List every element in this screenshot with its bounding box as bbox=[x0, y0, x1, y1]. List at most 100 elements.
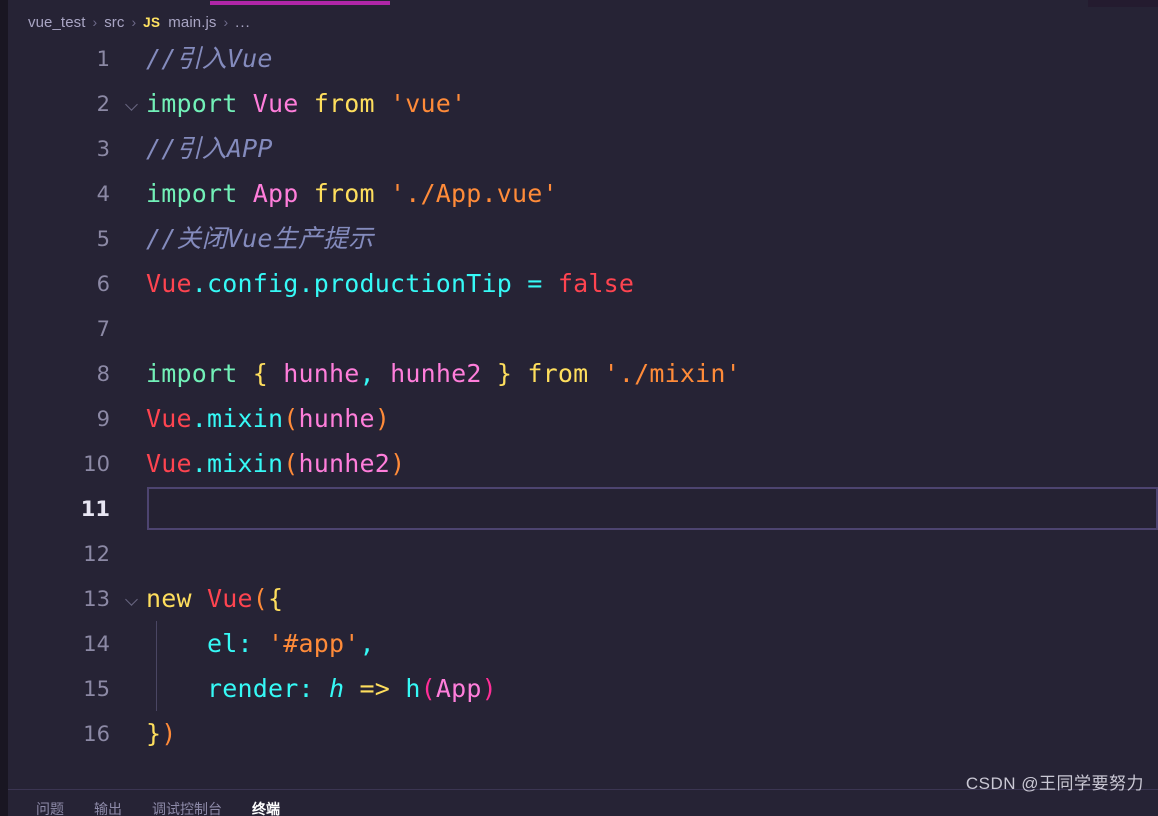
code-token: 'vue' bbox=[390, 89, 467, 118]
code-lines-container[interactable]: 1 //引入Vue 2 import Vue from 'vue' 3 //引入APP 4 i… bbox=[8, 36, 1158, 756]
code-token: '#app' bbox=[268, 629, 360, 658]
code-line-text[interactable]: import { hunhe, hunhe2 } from './mixin' bbox=[146, 351, 1158, 396]
code-token: false bbox=[557, 269, 635, 298]
panel-tab-debug-console[interactable]: 调试控制台 bbox=[152, 802, 222, 816]
code-token: hunhe bbox=[283, 359, 360, 388]
code-line[interactable]: 2 import Vue from 'vue' bbox=[8, 81, 1158, 126]
code-line-text[interactable]: //引入Vue bbox=[146, 36, 1158, 81]
code-line[interactable]: 10 Vue.mixin(hunhe2) bbox=[8, 441, 1158, 486]
code-token: ) bbox=[390, 449, 406, 478]
code-token: ( bbox=[420, 674, 436, 703]
code-token: hunhe2 bbox=[298, 449, 391, 478]
line-number: 10 bbox=[83, 451, 110, 476]
code-token: App bbox=[252, 179, 314, 208]
breadcrumb[interactable]: vue_test › src › JS main.js › ... bbox=[8, 8, 1158, 36]
code-token: './mixin' bbox=[603, 359, 741, 388]
code-token: .config.productionTip bbox=[191, 269, 528, 298]
code-token: ) bbox=[161, 719, 177, 748]
chevron-down-icon[interactable] bbox=[126, 595, 138, 602]
code-token: App bbox=[435, 674, 482, 703]
code-line[interactable]: 11 bbox=[8, 486, 1158, 531]
code-token: from bbox=[527, 359, 604, 388]
code-token: } bbox=[146, 719, 162, 748]
line-number: 1 bbox=[96, 46, 110, 71]
code-token: { bbox=[268, 584, 284, 613]
active-tab-underline bbox=[210, 1, 390, 5]
activity-bar[interactable] bbox=[0, 0, 8, 816]
code-token: { bbox=[252, 359, 284, 388]
code-token: import bbox=[146, 359, 253, 388]
chevron-right-icon: › bbox=[131, 14, 137, 30]
code-token: import bbox=[146, 179, 253, 208]
code-line-text[interactable]: import App from './App.vue' bbox=[146, 171, 1158, 216]
code-token: h bbox=[329, 674, 345, 703]
code-line[interactable]: 5 //关闭Vue生产提示 bbox=[8, 216, 1158, 261]
code-line-text[interactable]: Vue.mixin(hunhe) bbox=[146, 396, 1158, 441]
code-editor[interactable]: 1 //引入Vue 2 import Vue from 'vue' 3 //引入APP 4 i… bbox=[8, 36, 1158, 778]
code-line[interactable]: 9 Vue.mixin(hunhe) bbox=[8, 396, 1158, 441]
csdn-watermark: CSDN @王同学要努力 bbox=[965, 774, 1144, 793]
code-token: render bbox=[146, 674, 299, 703]
code-token: Vue bbox=[146, 449, 192, 478]
line-number: 12 bbox=[83, 541, 110, 566]
code-line-text[interactable]: el: '#app', bbox=[146, 621, 1158, 666]
breadcrumb-item-symbols[interactable]: ... bbox=[235, 14, 251, 31]
code-token: ( bbox=[252, 584, 269, 613]
code-token: //关闭Vue生产提示 bbox=[146, 224, 374, 253]
code-line[interactable]: 14 el: '#app', bbox=[8, 621, 1158, 666]
code-line-text[interactable]: Vue.config.productionTip = false bbox=[146, 261, 1158, 306]
code-line-text[interactable]: Vue.mixin(hunhe2) bbox=[146, 441, 1158, 486]
panel-tab-terminal[interactable]: 终端 bbox=[252, 802, 280, 816]
chevron-right-icon: › bbox=[223, 14, 229, 30]
line-number: 2 bbox=[96, 91, 110, 116]
code-token: './App.vue' bbox=[390, 179, 558, 208]
code-line-text[interactable]: render: h => h(App) bbox=[146, 666, 1158, 711]
code-line[interactable]: 8 import { hunhe, hunhe2 } from './mixin' bbox=[8, 351, 1158, 396]
line-number: 16 bbox=[83, 721, 110, 746]
code-line[interactable]: 12 bbox=[8, 531, 1158, 576]
line-number: 3 bbox=[96, 136, 110, 161]
code-token: import bbox=[146, 89, 253, 118]
code-line[interactable]: 6 Vue.config.productionTip = false bbox=[8, 261, 1158, 306]
code-line-text[interactable]: new Vue({ bbox=[146, 576, 1158, 621]
code-line-text[interactable]: }) bbox=[146, 711, 1158, 756]
line-number: 7 bbox=[96, 316, 110, 341]
breadcrumb-item-project[interactable]: vue_test bbox=[28, 14, 86, 31]
panel-tab-output[interactable]: 输出 bbox=[94, 802, 122, 816]
code-line[interactable]: 13 new Vue({ bbox=[8, 576, 1158, 621]
active-line-highlight bbox=[147, 487, 1158, 530]
js-file-icon: JS bbox=[143, 14, 161, 30]
vscode-window: vue_test › src › JS main.js › ... 1 //引入V… bbox=[0, 0, 1158, 816]
line-number: 9 bbox=[96, 406, 110, 431]
indent-guide bbox=[156, 621, 157, 711]
code-token: Vue bbox=[207, 584, 253, 613]
code-token: , bbox=[359, 629, 375, 658]
code-line[interactable]: 16}) bbox=[8, 711, 1158, 756]
code-token: .mixin bbox=[191, 404, 284, 433]
line-number: 13 bbox=[83, 586, 110, 611]
code-line[interactable]: 3 //引入APP bbox=[8, 126, 1158, 171]
code-token: = bbox=[527, 269, 558, 298]
code-line[interactable]: 15 render: h => h(App) bbox=[8, 666, 1158, 711]
breadcrumb-item-file[interactable]: main.js bbox=[168, 14, 216, 31]
chevron-down-icon[interactable] bbox=[126, 100, 138, 107]
code-token: , bbox=[359, 359, 391, 388]
code-token: Vue bbox=[252, 89, 314, 118]
code-line[interactable]: 4 import App from './App.vue' bbox=[8, 171, 1158, 216]
code-line[interactable]: 1 //引入Vue bbox=[8, 36, 1158, 81]
code-line[interactable]: 7 bbox=[8, 306, 1158, 351]
code-token: from bbox=[313, 89, 391, 118]
fold-chevron-down-icon[interactable] bbox=[118, 595, 146, 602]
code-token: => bbox=[344, 674, 406, 703]
code-token: ( bbox=[283, 404, 299, 433]
fold-chevron-down-icon[interactable] bbox=[118, 100, 146, 107]
editor-tab-strip[interactable] bbox=[8, 0, 1158, 8]
code-line-text[interactable]: //关闭Vue生产提示 bbox=[146, 216, 1158, 261]
breadcrumb-item-folder[interactable]: src bbox=[104, 14, 124, 31]
code-line-text[interactable]: import Vue from 'vue' bbox=[146, 81, 1158, 126]
code-token: new bbox=[146, 584, 208, 613]
line-number: 11 bbox=[80, 496, 110, 521]
line-number: 4 bbox=[96, 181, 110, 206]
code-line-text[interactable]: //引入APP bbox=[146, 126, 1158, 171]
panel-tab-problems[interactable]: 问题 bbox=[36, 802, 64, 816]
